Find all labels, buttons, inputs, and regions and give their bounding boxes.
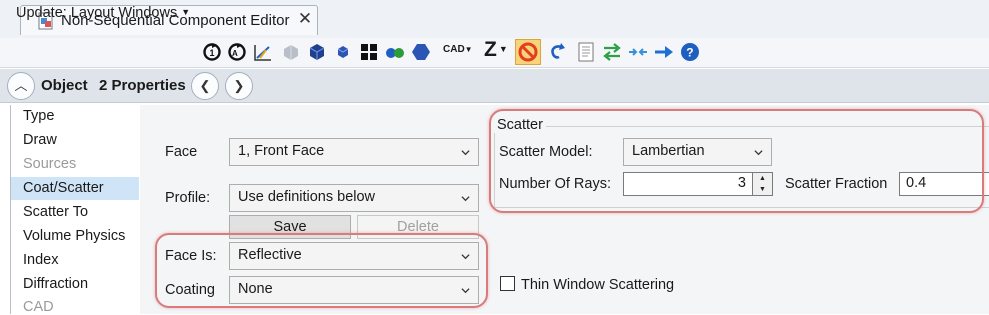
pair-icon[interactable]	[384, 41, 406, 63]
nav-item-cad: CAD	[23, 299, 54, 315]
highlight-face-coating	[155, 233, 488, 308]
page-icon[interactable]	[575, 41, 597, 63]
refresh-all-icon[interactable]: 1	[201, 41, 223, 63]
collapse-button[interactable]: ︿	[7, 72, 35, 100]
undo-curve-icon[interactable]	[546, 41, 568, 63]
update-dropdown[interactable]: Update: Layout Windows ▼	[16, 5, 190, 21]
face-label: Face	[165, 144, 198, 160]
swap-arrows-icon[interactable]	[601, 41, 623, 63]
nav-item-volume-physics[interactable]: Volume Physics	[23, 228, 125, 244]
chevron-down-icon: ▼	[181, 7, 191, 17]
close-icon[interactable]: ✕	[295, 9, 315, 31]
next-button[interactable]: ❯	[225, 72, 253, 100]
profile-label: Profile:	[165, 190, 211, 206]
cad-label: CAD	[443, 44, 465, 55]
cad-dropdown[interactable]: CAD▼	[443, 44, 473, 55]
nav-item-coat-scatter[interactable]: Coat/Scatter	[23, 180, 104, 196]
previous-button[interactable]: ❮	[191, 72, 219, 100]
face-value: 1, Front Face	[238, 143, 325, 159]
svg-text:1: 1	[210, 48, 215, 58]
properties-count: 2 Properties	[99, 77, 186, 94]
grid-icon[interactable]	[358, 41, 380, 63]
right-arrow-icon[interactable]	[653, 41, 675, 63]
highlight-scatter-group	[489, 109, 984, 213]
nav-item-index[interactable]: Index	[23, 252, 58, 268]
ghost-object-icon[interactable]	[280, 41, 302, 63]
cad-refresh-icon[interactable]: A	[226, 41, 248, 63]
no-draw-icon[interactable]	[515, 39, 541, 65]
profile-dropdown[interactable]: Use definitions below	[229, 184, 479, 212]
help-icon[interactable]: ?	[679, 41, 701, 63]
svg-text:A: A	[232, 49, 238, 58]
chevron-up-icon: ︿	[14, 78, 28, 93]
nav-item-draw[interactable]: Draw	[23, 132, 57, 148]
chevron-down-icon: ▼	[464, 45, 473, 54]
thin-window-checkbox[interactable]	[500, 276, 515, 291]
chevron-down-icon	[461, 150, 470, 156]
nav-item-diffraction[interactable]: Diffraction	[23, 276, 88, 292]
hexagon-icon[interactable]	[410, 41, 432, 63]
chevron-down-icon	[461, 196, 470, 202]
z-label: Z	[484, 38, 497, 61]
object-icon[interactable]	[332, 41, 354, 63]
svg-text:?: ?	[686, 46, 693, 60]
chevron-right-icon: ❯	[233, 78, 245, 93]
chevron-left-icon: ❮	[199, 78, 211, 93]
z-dropdown[interactable]: Z ▼	[484, 38, 508, 62]
nav-item-sources: Sources	[23, 156, 77, 172]
update-label: Update: Layout Windows	[16, 5, 178, 21]
object-label: Object	[41, 77, 88, 94]
nav-item-scatter-to[interactable]: Scatter To	[23, 204, 88, 220]
face-dropdown[interactable]: 1, Front Face	[229, 138, 479, 166]
profile-value: Use definitions below	[238, 189, 376, 205]
merge-arrows-icon[interactable]	[627, 41, 649, 63]
nav-item-type[interactable]: Type	[23, 108, 54, 124]
chevron-down-icon: ▼	[498, 44, 508, 54]
ray-trace-icon[interactable]	[252, 41, 274, 63]
thin-window-label: Thin Window Scattering	[521, 277, 675, 293]
solid-object-icon[interactable]	[306, 41, 328, 63]
